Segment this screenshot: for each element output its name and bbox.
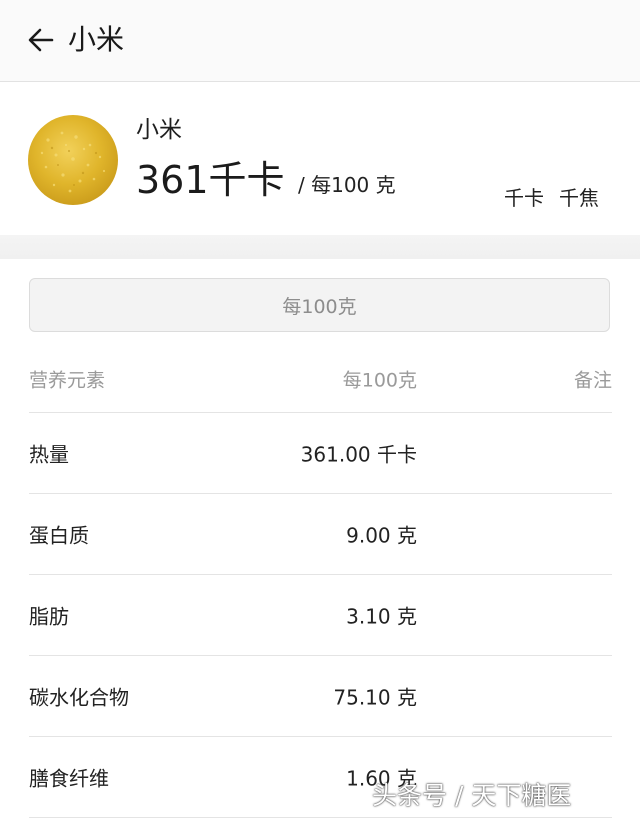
nutrient-name: 热量 (29, 442, 69, 467)
table-header: 营养元素 每100克 备注 (29, 345, 612, 413)
per-100g-button[interactable]: 每100克 (29, 278, 610, 332)
energy-per-label: / 每100 克 (298, 173, 396, 197)
nutrient-name: 蛋白质 (29, 523, 89, 548)
nutrient-name: 膳食纤维 (29, 766, 109, 791)
watermark: 头条号 / 天下糖医 (372, 781, 572, 810)
food-header: 小米 361千卡 / 每100 克 千卡 千焦 (0, 83, 640, 255)
unit-tabs: 千卡 千焦 (504, 183, 614, 255)
header-nutrient: 营养元素 (29, 369, 106, 391)
table-row: 蛋白质 9.00 克 (29, 494, 612, 575)
app-bar: 小米 (0, 0, 640, 82)
tab-kj[interactable]: 千焦 (559, 183, 599, 235)
tab-kcal[interactable]: 千卡 (504, 183, 544, 255)
section-divider (0, 235, 640, 259)
nutrient-value: 3.10 克 (346, 604, 417, 629)
millet-texture (40, 131, 106, 193)
food-image (28, 115, 118, 205)
page-title: 小米 (68, 23, 125, 56)
nutrient-name: 碳水化合物 (29, 685, 129, 710)
food-name: 小米 (136, 117, 182, 143)
table-row: 脂肪 3.10 克 (29, 575, 612, 656)
arrow-left-icon (28, 28, 54, 52)
header-note: 备注 (573, 369, 612, 391)
nutrient-value: 9.00 克 (346, 523, 417, 548)
table-row: 热量 361.00 千卡 (29, 413, 612, 494)
back-button[interactable] (24, 22, 58, 58)
nutrient-name: 脂肪 (29, 604, 69, 629)
nutrient-value: 75.10 克 (333, 685, 417, 710)
table-row: 碳水化合物 75.10 克 (29, 656, 612, 737)
header-per-100g: 每100克 (342, 369, 417, 391)
nutrition-table: 营养元素 每100克 备注 热量 361.00 千卡 蛋白质 9.00 克 脂肪… (29, 345, 612, 818)
energy-value: 361千卡 (136, 158, 285, 202)
nutrient-value: 361.00 千卡 (300, 442, 417, 467)
